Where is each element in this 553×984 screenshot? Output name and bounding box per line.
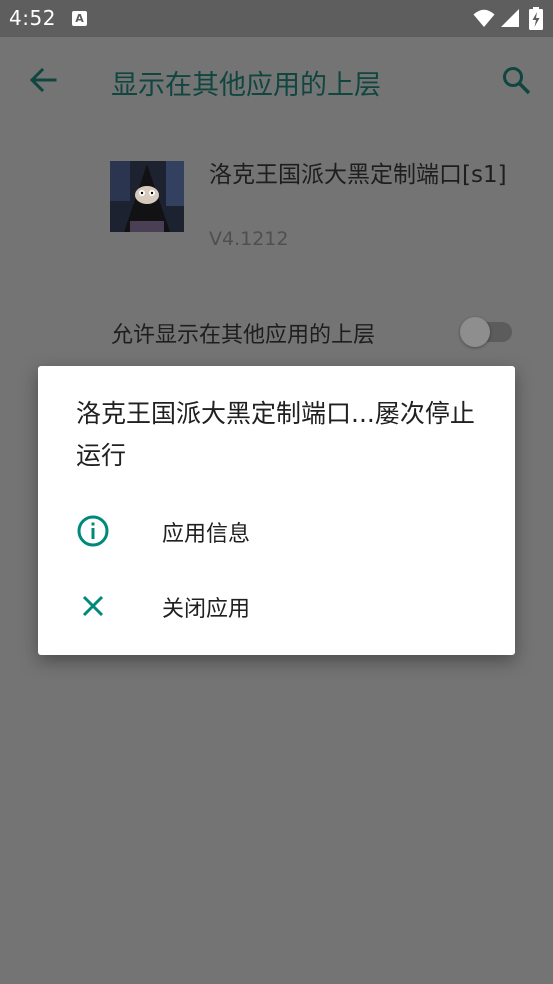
- close-app-label: 关闭应用: [162, 597, 251, 622]
- close-icon: [82, 595, 104, 617]
- app-crash-dialog: 洛克王国派大黑定制端口...屡次停止运行 应用信息 关闭应用: [38, 366, 515, 655]
- close-app-option[interactable]: 关闭应用: [38, 571, 515, 641]
- a-icon: A: [72, 11, 87, 26]
- app-version: V4.1212: [209, 228, 289, 250]
- app-icon: [110, 161, 184, 232]
- search-icon[interactable]: [501, 65, 533, 97]
- app-info-label: 应用信息: [162, 522, 251, 547]
- arrow-back-icon[interactable]: [28, 65, 58, 95]
- battery-charging-icon: [529, 7, 543, 30]
- signal-icon: [501, 9, 519, 27]
- status-time: 4:52: [9, 6, 56, 30]
- app-bar: 显示在其他应用的上层: [0, 37, 553, 125]
- wifi-icon: [473, 9, 495, 27]
- status-bar: 4:52 A: [0, 0, 553, 37]
- info-icon: [77, 515, 109, 547]
- app-info-option[interactable]: 应用信息: [38, 496, 515, 566]
- app-name: 洛克王国派大黑定制端口[s1]: [209, 162, 507, 188]
- permission-label: 允许显示在其他应用的上层: [111, 323, 376, 348]
- page-title: 显示在其他应用的上层: [111, 70, 381, 101]
- dialog-title: 洛克王国派大黑定制端口...屡次停止运行: [76, 399, 475, 470]
- screen: 4:52 A 显示在其他应用的上层 洛克王国派大黑定制端口[s1] V4.121…: [0, 0, 553, 984]
- toggle-thumb[interactable]: [460, 317, 490, 347]
